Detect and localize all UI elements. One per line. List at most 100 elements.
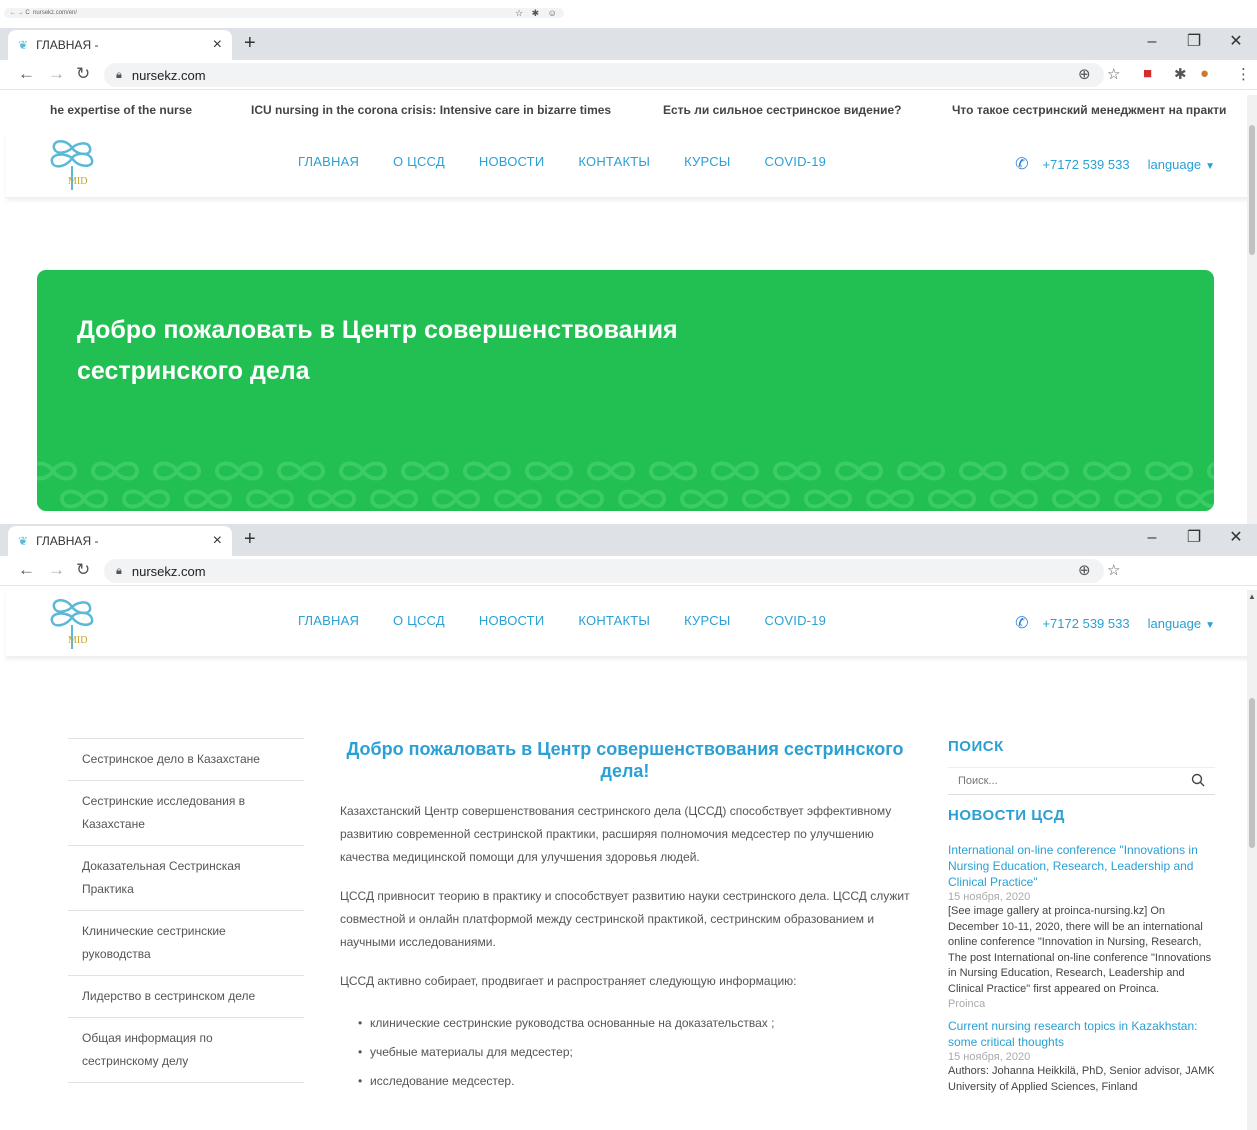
new-tab-icon[interactable]: +: [244, 528, 256, 551]
phone-number[interactable]: +7172 539 533: [1042, 157, 1129, 172]
mini-url-text: nursekz.com/en/: [33, 10, 78, 16]
news-date: 15 ноября, 2020: [948, 891, 1031, 903]
pdf-extension-icon[interactable]: ■: [1143, 65, 1152, 82]
nav-link-about[interactable]: О ЦССД: [393, 613, 445, 628]
reload-icon[interactable]: ↻: [76, 560, 90, 580]
scrollbar-thumb[interactable]: [1249, 698, 1255, 848]
nav-link-news[interactable]: НОВОСТИ: [479, 613, 545, 628]
left-menu-item[interactable]: Сестринское дело в Казахстане: [68, 739, 304, 781]
nav-link-home[interactable]: ГЛАВНАЯ: [298, 154, 359, 169]
nav-link-covid[interactable]: COVID-19: [765, 154, 827, 169]
bookmark-star-icon[interactable]: ☆: [1107, 561, 1120, 579]
scrollbar-bottom[interactable]: ▲: [1247, 590, 1257, 1130]
scrollbar-thumb[interactable]: [1249, 125, 1255, 255]
news-excerpt: [See image gallery at proinca-nursing.kz…: [948, 905, 1212, 995]
minimize-icon[interactable]: –: [1131, 28, 1173, 60]
search-input[interactable]: [948, 768, 1168, 794]
phone-icon: ✆: [1015, 156, 1029, 173]
news-title-link[interactable]: Current nursing research topics in Kazak…: [948, 1018, 1215, 1050]
main-nav: ГЛАВНАЯ О ЦССД НОВОСТИ КОНТАКТЫ КУРСЫ CO…: [298, 154, 826, 169]
news-date: 15 ноября, 2020: [948, 1051, 1031, 1063]
close-tab-icon[interactable]: ×: [213, 532, 222, 550]
list-item: клинические сестринские руководства осно…: [358, 1009, 910, 1038]
left-menu-item[interactable]: Общая информация по сестринскому делу: [68, 1018, 304, 1083]
right-sidebar: ПОИСК НОВОСТИ ЦСД International on-line …: [948, 738, 1215, 1101]
left-menu-item[interactable]: Клинические сестринские руководства: [68, 911, 304, 976]
site-logo[interactable]: MID: [46, 136, 98, 192]
site-header: MID ГЛАВНАЯ О ЦССД НОВОСТИ КОНТАКТЫ КУРС…: [6, 132, 1251, 198]
url-input[interactable]: 🔒︎ nursekz.com: [104, 63, 1104, 87]
ticker-item[interactable]: ICU nursing in the corona crisis: Intens…: [251, 103, 611, 117]
address-bar: ← → ↻ 🔒︎ nursekz.com ⊕ ☆: [0, 556, 1257, 586]
forward-icon[interactable]: →: [48, 560, 65, 580]
welcome-banner: Добро пожаловать в Центр совершенствован…: [37, 270, 1214, 511]
zoom-icon[interactable]: ⊕: [1078, 65, 1091, 83]
reload-icon[interactable]: ↻: [76, 64, 90, 84]
menu-kebab-icon[interactable]: ⋮: [1236, 65, 1251, 83]
back-icon[interactable]: ←: [18, 560, 35, 580]
phone-number[interactable]: +7172 539 533: [1042, 616, 1129, 631]
close-tab-icon[interactable]: ×: [213, 36, 222, 54]
left-menu-item[interactable]: Лидерство в сестринском деле: [68, 976, 304, 1018]
window-controls: – ❐ ✕: [1131, 28, 1257, 60]
main-nav: ГЛАВНАЯ О ЦССД НОВОСТИ КОНТАКТЫ КУРСЫ CO…: [298, 613, 826, 628]
ticker-item[interactable]: he expertise of the nurse: [50, 103, 192, 117]
restore-icon[interactable]: ❐: [1173, 28, 1215, 60]
url-input[interactable]: 🔒︎ nursekz.com: [104, 559, 1104, 583]
tab-home[interactable]: ❦ ГЛАВНАЯ - ×: [8, 30, 232, 60]
lock-icon: 🔒︎: [116, 564, 122, 577]
forward-icon[interactable]: →: [48, 64, 65, 84]
search-heading: ПОИСК: [948, 738, 1004, 755]
news-source: Proinca: [948, 998, 986, 1010]
nav-link-home[interactable]: ГЛАВНАЯ: [298, 613, 359, 628]
minimize-icon[interactable]: –: [1131, 524, 1173, 556]
news-title-link[interactable]: International on-line conference "Innova…: [948, 842, 1215, 890]
nav-link-news[interactable]: НОВОСТИ: [479, 154, 545, 169]
nav-link-covid[interactable]: COVID-19: [765, 613, 827, 628]
nav-link-contacts[interactable]: КОНТАКТЫ: [578, 613, 650, 628]
language-selector[interactable]: language ▼: [1148, 616, 1215, 631]
browser-chrome-bottom: ❦ ГЛАВНАЯ - × + – ❐ ✕ ← → ↻ 🔒︎ nursekz.c…: [0, 524, 1257, 586]
ticker-item[interactable]: Есть ли сильное сестринское видение?: [663, 103, 901, 117]
nav-link-contacts[interactable]: КОНТАКТЫ: [578, 154, 650, 169]
list-item: исследование медсестер.: [358, 1067, 910, 1096]
search-icon[interactable]: [1191, 773, 1205, 787]
extensions-icon[interactable]: ✱: [1174, 65, 1187, 83]
tab-bar: ❦ ГЛАВНАЯ - × + – ❐ ✕: [0, 28, 1257, 60]
ticker-item[interactable]: Что такое сестринский менеджмент на прак…: [952, 103, 1226, 117]
intro-paragraph: ЦССД привносит теорию в практику и спосо…: [340, 889, 910, 949]
tab-home[interactable]: ❦ ГЛАВНАЯ - ×: [8, 526, 232, 556]
left-menu-item[interactable]: Сестринские исследования в Казахстане: [68, 781, 304, 846]
news-excerpt: Authors: Johanna Heikkilä, PhD, Senior a…: [948, 1065, 1215, 1093]
mini-address-bar: ← → C nursekz.com/en/: [4, 8, 564, 18]
tab-title: ГЛАВНАЯ -: [36, 534, 99, 548]
scroll-up-icon[interactable]: ▲: [1248, 592, 1256, 601]
nav-link-about[interactable]: О ЦССД: [393, 154, 445, 169]
left-menu: Сестринское дело в Казахстане Сестрински…: [68, 738, 304, 1083]
new-tab-icon[interactable]: +: [244, 32, 256, 55]
language-label: language: [1147, 615, 1202, 631]
address-bar: ← → ↻ 🔒︎ nursekz.com ⊕ ☆ ■ ✱ ● ⋮: [0, 60, 1257, 90]
bookmark-star-icon[interactable]: ☆: [1107, 65, 1120, 83]
page-title: Добро пожаловать в Центр совершенствован…: [346, 739, 904, 781]
phone-icon: ✆: [1015, 615, 1029, 632]
profile-avatar-icon[interactable]: ●: [1200, 65, 1209, 82]
news-item: International on-line conference "Innova…: [948, 842, 1215, 1012]
intro-paragraph: Казахстанский Центр совершенствования се…: [340, 804, 892, 864]
zoom-icon[interactable]: ⊕: [1078, 561, 1091, 579]
intro-paragraph: ЦССД активно собирает, продвигает и расп…: [340, 974, 797, 988]
site-logo[interactable]: MID: [46, 595, 98, 651]
back-icon[interactable]: ←: [18, 64, 35, 84]
language-selector[interactable]: language ▼: [1148, 157, 1215, 172]
chevron-down-icon: ▼: [1205, 160, 1215, 172]
close-window-icon[interactable]: ✕: [1215, 28, 1257, 60]
restore-icon[interactable]: ❐: [1173, 524, 1215, 556]
nav-link-courses[interactable]: КУРСЫ: [684, 613, 730, 628]
close-window-icon[interactable]: ✕: [1215, 524, 1257, 556]
mini-browser-strip: ← → C nursekz.com/en/ ☆ ✱ ☺: [0, 0, 1257, 28]
nav-link-courses[interactable]: КУРСЫ: [684, 154, 730, 169]
left-menu-item[interactable]: Доказательная Сестринская Практика: [68, 846, 304, 911]
news-item: Current nursing research topics in Kazak…: [948, 1018, 1215, 1095]
scrollbar-top[interactable]: [1247, 95, 1257, 525]
info-list: клинические сестринские руководства осно…: [340, 1009, 910, 1096]
